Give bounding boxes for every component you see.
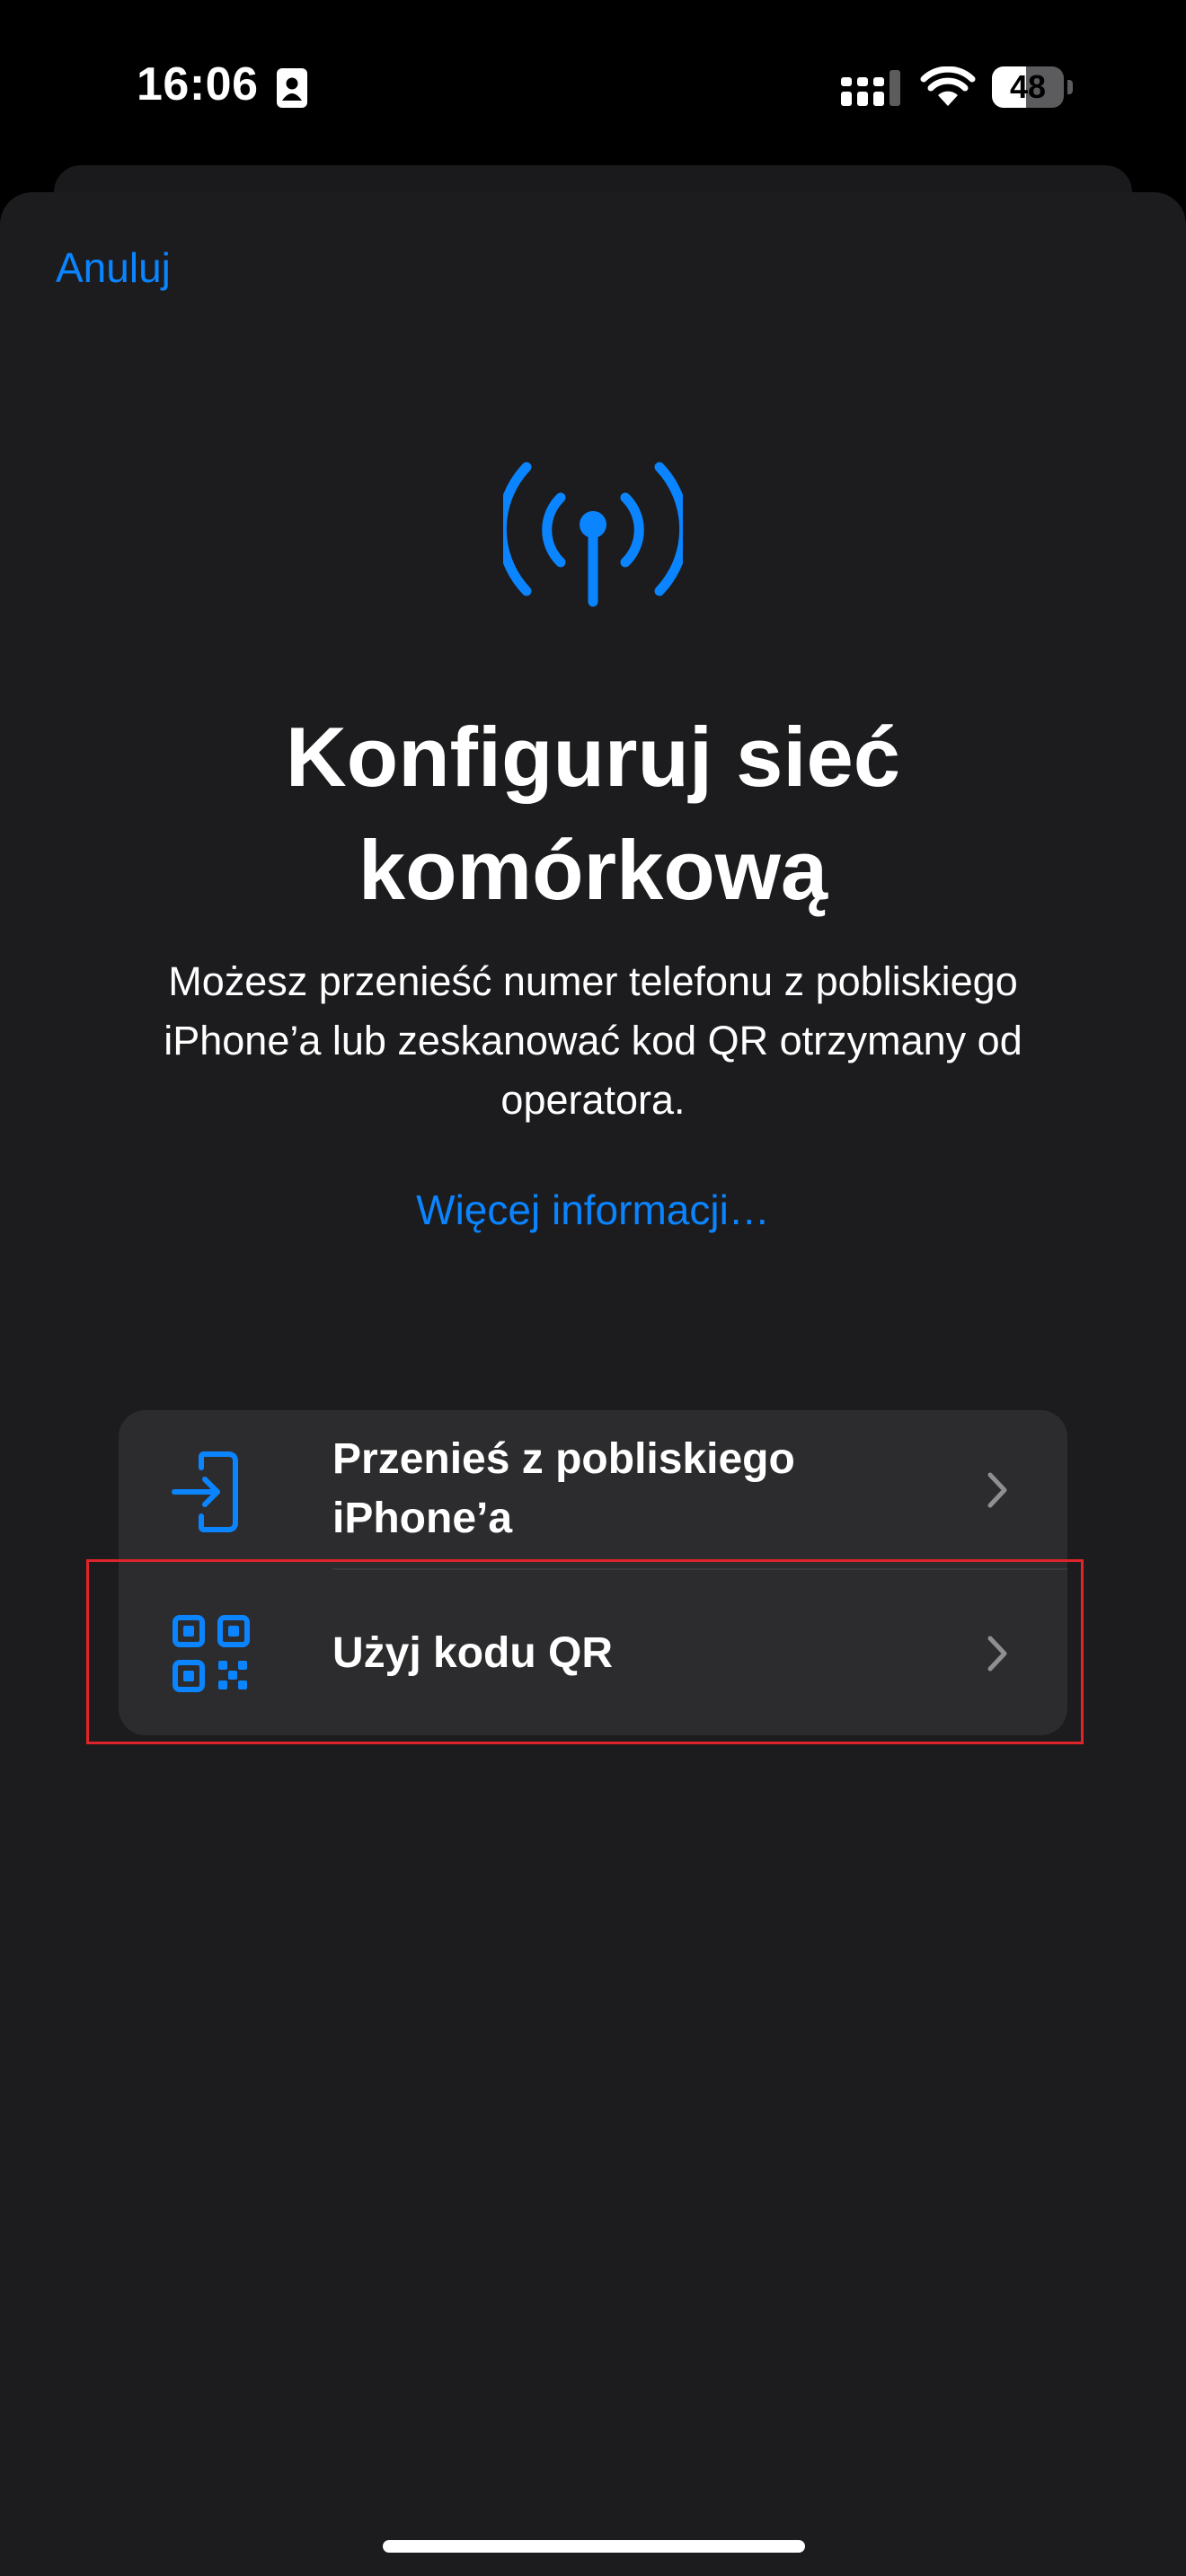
option-label: Przenieś z pobliskiego iPhone’a [332, 1435, 795, 1542]
home-indicator[interactable] [383, 2540, 805, 2553]
battery-indicator: 48 [992, 66, 1075, 108]
chevron-right-icon [987, 1636, 1007, 1672]
cellular-signal-icon [841, 70, 900, 106]
transfer-in-icon [172, 1451, 238, 1532]
page-description: Możesz przenieść numer telefonu z poblis… [164, 958, 1022, 1123]
wifi-icon [920, 66, 976, 106]
chevron-right-icon [987, 1472, 1007, 1508]
contact-card-icon [277, 68, 307, 108]
battery-cap [1067, 80, 1073, 94]
screen: 16:06 48 Anuluj Konfiguruj sieć komórkow… [0, 0, 1186, 2576]
options-list: Przenieś z pobliskiego iPhone’a Użyj kod… [119, 1410, 1067, 1735]
cancel-button[interactable]: Anuluj [56, 241, 171, 295]
status-time: 16:06 [137, 58, 259, 110]
transfer-from-nearby-iphone-option[interactable]: Przenieś z pobliskiego iPhone’a [119, 1410, 1067, 1570]
battery-percent: 48 [1009, 68, 1047, 105]
status-bar: 16:06 48 [0, 0, 1186, 171]
qr-code-icon [173, 1615, 250, 1692]
page-title: Konfiguruj sieć komórkową [285, 710, 901, 917]
option-label: Użyj kodu QR [332, 1629, 614, 1677]
cellular-antenna-icon [503, 462, 683, 607]
more-info-link[interactable]: Więcej informacji… [234, 1182, 952, 1238]
battery-body: 48 [992, 66, 1064, 108]
use-qr-code-option[interactable]: Użyj kodu QR [119, 1570, 1067, 1735]
